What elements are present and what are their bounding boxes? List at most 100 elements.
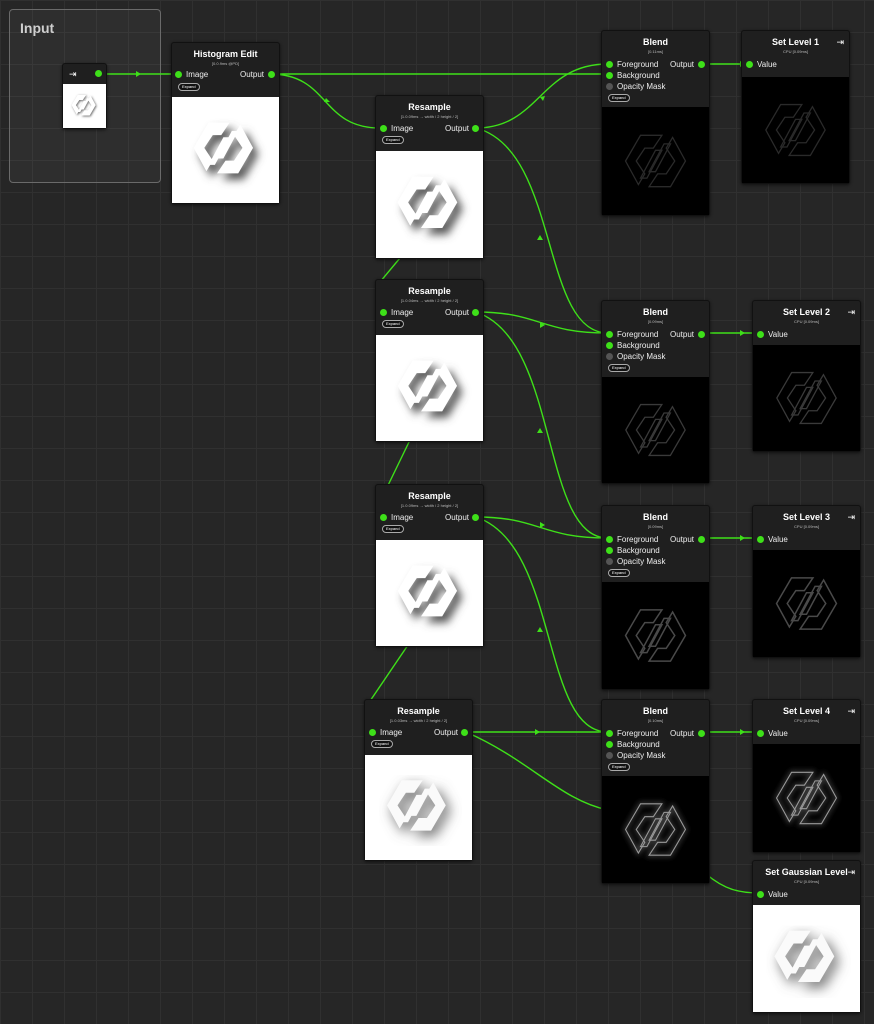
node-preview	[376, 335, 483, 441]
node-timing: [1.0.04ms → width / 2 height / 2]	[400, 298, 459, 303]
export-icon: ⇥	[847, 706, 855, 716]
node-timing: CPU [0.09ms]	[783, 49, 808, 54]
background-input-port[interactable]	[606, 342, 613, 349]
value-input-port[interactable]	[757, 536, 764, 543]
expand-button[interactable]: Expand	[608, 763, 630, 771]
image-input-port[interactable]	[369, 729, 376, 736]
resample-node[interactable]: Resample [1.0.03ms → width / 2 height / …	[364, 699, 473, 861]
resample-node[interactable]: Resample [1.0.09ms → width / 2 height / …	[375, 95, 484, 259]
expand-button[interactable]: Expand	[371, 740, 393, 748]
output-port[interactable]	[698, 61, 705, 68]
blend-node[interactable]: Blend [0.11ms] Foreground Output Backgro…	[601, 30, 710, 216]
expand-button[interactable]: Expand	[608, 94, 630, 102]
output-port[interactable]	[95, 70, 102, 77]
foreground-input-port[interactable]	[606, 730, 613, 737]
value-input-port[interactable]	[757, 730, 764, 737]
node-preview	[172, 97, 279, 203]
output-port[interactable]	[698, 331, 705, 338]
value-input-port[interactable]	[746, 61, 753, 68]
node-timing: [0.10ms]	[647, 718, 664, 723]
node-title: Resample	[408, 286, 451, 296]
value-input-port[interactable]	[757, 891, 764, 898]
node-preview	[753, 550, 860, 657]
port-label: Image	[186, 70, 209, 79]
opacity-mask-input-port[interactable]	[606, 83, 613, 90]
foreground-input-port[interactable]	[606, 536, 613, 543]
node-title: Set Level 3	[782, 512, 831, 522]
node-timing: CPU [0.09ms]	[794, 879, 819, 884]
image-input-port[interactable]	[175, 71, 182, 78]
port-label: Background	[617, 740, 660, 749]
blend-node[interactable]: Blend [0.10ms] Foreground Output Backgro…	[601, 699, 710, 884]
port-label: Background	[617, 546, 660, 555]
node-preview	[602, 377, 709, 483]
export-icon: ⇥	[836, 37, 844, 47]
resample-node[interactable]: Resample [1.0.09ms → width / 2 height / …	[375, 484, 484, 647]
port-label: Output	[669, 330, 694, 339]
background-input-port[interactable]	[606, 547, 613, 554]
blend-node[interactable]: Blend [0.09ms] Foreground Output Backgro…	[601, 300, 710, 484]
node-preview	[602, 582, 709, 689]
output-port[interactable]	[268, 71, 275, 78]
image-input-port[interactable]	[380, 309, 387, 316]
set-level-node[interactable]: Set Level 4 ⇥ CPU [0.09ms] Value	[752, 699, 861, 853]
output-port[interactable]	[698, 730, 705, 737]
node-timing: [1.0.09ms → width / 2 height / 2]	[400, 114, 459, 119]
port-label: Foreground	[617, 729, 659, 738]
node-title: Blend	[642, 706, 668, 716]
expand-button[interactable]: Expand	[178, 83, 200, 91]
node-preview	[602, 776, 709, 883]
set-level-node[interactable]: Set Level 2 ⇥ CPU [0.09ms] Value	[752, 300, 861, 452]
expand-button[interactable]: Expand	[608, 364, 630, 372]
output-port[interactable]	[698, 536, 705, 543]
background-input-port[interactable]	[606, 741, 613, 748]
histogram-edit-node[interactable]: Histogram Edit [0.0.9ms @PD] Image Outpu…	[171, 42, 280, 204]
image-input-port[interactable]	[380, 125, 387, 132]
port-label: Image	[380, 728, 403, 737]
wire	[475, 311, 609, 539]
foreground-input-port[interactable]	[606, 61, 613, 68]
port-label: Opacity Mask	[617, 82, 666, 91]
opacity-mask-input-port[interactable]	[606, 353, 613, 360]
expand-button[interactable]: Expand	[382, 320, 404, 328]
wire	[475, 127, 609, 334]
port-label: Background	[617, 71, 660, 80]
expand-button[interactable]: Expand	[608, 569, 630, 577]
set-level-node[interactable]: Set Level 1 ⇥ CPU [0.09ms] Value	[741, 30, 850, 184]
port-label: Output	[444, 513, 469, 522]
set-level-node[interactable]: Set Level 3 ⇥ CPU [0.09ms] Value	[752, 505, 861, 658]
node-timing: CPU [0.09ms]	[794, 524, 819, 529]
node-timing: CPU [0.09ms]	[794, 718, 819, 723]
port-label: Output	[669, 535, 694, 544]
output-port[interactable]	[472, 309, 479, 316]
node-title: Blend	[642, 307, 668, 317]
node-timing: [0.0.9ms @PD]	[211, 61, 240, 66]
blend-node[interactable]: Blend [0.09ms] Foreground Output Backgro…	[601, 505, 710, 690]
resample-node[interactable]: Resample [1.0.04ms → width / 2 height / …	[375, 279, 484, 442]
node-title: Set Level 4	[782, 706, 831, 716]
expand-button[interactable]: Expand	[382, 136, 404, 144]
output-port[interactable]	[472, 125, 479, 132]
node-timing: CPU [0.09ms]	[794, 319, 819, 324]
port-label: Image	[391, 308, 414, 317]
port-label: Output	[444, 124, 469, 133]
node-title: Set Level 1	[771, 37, 820, 47]
expand-button[interactable]: Expand	[382, 525, 404, 533]
set-gaussian-level-node[interactable]: Set Gaussian Level ⇥ CPU [0.09ms] Value	[752, 860, 861, 1013]
input-node[interactable]: ⇥	[62, 63, 107, 129]
node-preview	[753, 345, 860, 451]
port-label: Output	[444, 308, 469, 317]
output-port[interactable]	[461, 729, 468, 736]
wire	[475, 516, 609, 733]
foreground-input-port[interactable]	[606, 331, 613, 338]
image-input-port[interactable]	[380, 514, 387, 521]
opacity-mask-input-port[interactable]	[606, 752, 613, 759]
port-label: Value	[768, 890, 788, 899]
node-title: Blend	[642, 512, 668, 522]
opacity-mask-input-port[interactable]	[606, 558, 613, 565]
value-input-port[interactable]	[757, 331, 764, 338]
background-input-port[interactable]	[606, 72, 613, 79]
output-port[interactable]	[472, 514, 479, 521]
port-label: Opacity Mask	[617, 557, 666, 566]
wire	[367, 644, 409, 705]
